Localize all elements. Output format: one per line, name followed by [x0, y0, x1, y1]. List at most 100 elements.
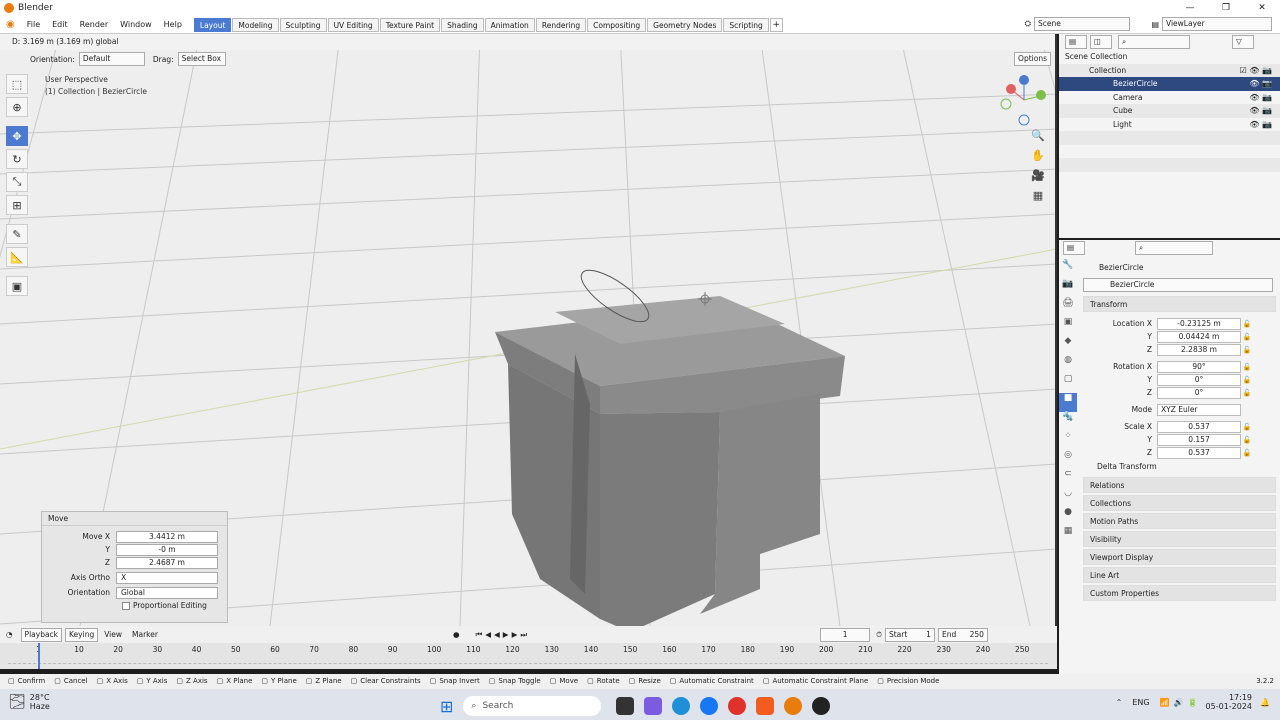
- tab-scripting[interactable]: Scripting: [723, 17, 769, 32]
- opera-icon[interactable]: [728, 697, 747, 715]
- transform-icon[interactable]: ⊞: [6, 195, 28, 215]
- scale-z-field[interactable]: 0.537: [1157, 446, 1241, 459]
- collection-tab-icon[interactable]: ▢: [1059, 374, 1077, 393]
- material-tab-icon[interactable]: ●: [1059, 507, 1077, 526]
- select-box-icon[interactable]: ⬚: [6, 74, 28, 94]
- edge-icon[interactable]: [672, 697, 691, 715]
- task-view-icon[interactable]: [616, 697, 635, 715]
- view-menu[interactable]: View: [104, 630, 122, 639]
- data-name-field[interactable]: BezierCircle: [1083, 278, 1273, 292]
- tool-tab-icon[interactable]: 🔧: [1059, 260, 1077, 279]
- volume-icon[interactable]: 🔊: [1174, 698, 1184, 707]
- modifier-tab-icon[interactable]: 🔩: [1059, 412, 1077, 431]
- weather-widget[interactable]: 🌫 28°C Haze: [8, 693, 50, 711]
- scale-x-field[interactable]: 0.537: [1157, 420, 1241, 433]
- move-y-field[interactable]: -0 m: [116, 543, 218, 556]
- custom-properties-section[interactable]: Custom Properties: [1083, 585, 1276, 601]
- annotate-icon[interactable]: ✎: [6, 224, 28, 244]
- render-tab-icon[interactable]: 📷: [1059, 279, 1077, 298]
- playback-menu[interactable]: Playback: [20, 627, 63, 642]
- constraints-tab-icon[interactable]: ⊂: [1059, 469, 1077, 488]
- windows-start-icon[interactable]: ⊞: [440, 697, 453, 716]
- record-icon[interactable]: ●: [453, 630, 460, 639]
- editor-type-icon[interactable]: ▤: [1065, 35, 1087, 49]
- tab-rendering[interactable]: Rendering: [535, 17, 587, 32]
- visibility-eye-icon[interactable]: 👁 📷: [1249, 118, 1272, 132]
- start-frame-field[interactable]: Start 1: [884, 627, 935, 642]
- menu-edit[interactable]: Edit: [46, 20, 74, 29]
- location-z-field[interactable]: 2.2838 m: [1157, 343, 1241, 356]
- language-indicator[interactable]: ENG: [1132, 698, 1149, 707]
- visibility-eye-icon[interactable]: ☑ 👁 📷: [1240, 64, 1272, 78]
- add-workspace-button[interactable]: +: [769, 17, 783, 32]
- search-input[interactable]: ⌕ Search: [463, 696, 602, 716]
- menu-file[interactable]: File: [21, 20, 46, 29]
- transform-section-header[interactable]: Transform: [1083, 296, 1276, 312]
- world-tab-icon[interactable]: ◍: [1059, 355, 1077, 374]
- battery-icon[interactable]: 🔋: [1188, 698, 1198, 707]
- lock-icon[interactable]: 🔓: [1241, 333, 1253, 341]
- lock-icon[interactable]: 🔓: [1241, 346, 1253, 354]
- cursor-icon[interactable]: ⊕: [6, 97, 28, 117]
- move-z-field[interactable]: 2.4687 m: [116, 556, 218, 569]
- scale-icon[interactable]: ⤡: [6, 172, 28, 192]
- playhead[interactable]: [38, 643, 40, 669]
- menu-help[interactable]: Help: [158, 20, 188, 29]
- outliner-search-icon[interactable]: ⌕: [1118, 35, 1190, 49]
- tab-modeling[interactable]: Modeling: [232, 17, 279, 32]
- physics-tab-icon[interactable]: ◎: [1059, 450, 1077, 469]
- view-layer-tab-icon[interactable]: ▣: [1059, 317, 1077, 336]
- facebook-icon[interactable]: [700, 697, 719, 715]
- lock-icon[interactable]: 🔓: [1241, 449, 1253, 457]
- delta-transform-header[interactable]: Delta Transform: [1081, 459, 1280, 475]
- scene-selector[interactable]: Scene: [1034, 17, 1130, 31]
- lock-icon[interactable]: 🔓: [1241, 363, 1253, 371]
- tab-compositing[interactable]: Compositing: [587, 17, 647, 32]
- texture-tab-icon[interactable]: ▦: [1059, 526, 1077, 545]
- minimize-button[interactable]: —: [1172, 0, 1208, 16]
- teams-icon[interactable]: [644, 697, 663, 715]
- orientation-dropdown[interactable]: Default: [78, 52, 145, 66]
- display-mode-icon[interactable]: ◫: [1090, 35, 1112, 49]
- obs-icon[interactable]: [812, 697, 831, 715]
- move-panel-title[interactable]: Move: [42, 512, 227, 526]
- motion-paths-section[interactable]: Motion Paths: [1083, 513, 1276, 529]
- scene-tab-icon[interactable]: ◆: [1059, 336, 1077, 355]
- clock[interactable]: 17:19 05-01-2024: [1206, 693, 1253, 711]
- location-y-field[interactable]: 0.04424 m: [1157, 330, 1241, 343]
- gift-box-mesh[interactable]: [495, 296, 845, 626]
- tab-texture-paint[interactable]: Texture Paint: [379, 17, 441, 32]
- filter-icon[interactable]: ▽: [1232, 35, 1254, 49]
- tab-layout[interactable]: Layout: [193, 17, 232, 32]
- pan-hand-icon[interactable]: ✋: [1029, 149, 1047, 169]
- brave-icon[interactable]: [756, 697, 775, 715]
- line-art-section[interactable]: Line Art: [1083, 567, 1276, 583]
- end-frame-field[interactable]: End 250: [937, 627, 988, 642]
- output-tab-icon[interactable]: 🖨: [1059, 298, 1077, 317]
- scene-collection-row[interactable]: Scene Collection: [1059, 50, 1280, 64]
- rotation-y-field[interactable]: 0°: [1157, 373, 1241, 386]
- options-button[interactable]: Options: [1014, 52, 1051, 66]
- view-layer-selector[interactable]: ViewLayer: [1162, 17, 1272, 31]
- current-frame-field[interactable]: 1: [820, 627, 871, 642]
- particles-tab-icon[interactable]: ⁘: [1059, 431, 1077, 450]
- maximize-button[interactable]: ❐: [1208, 0, 1244, 16]
- rotate-icon[interactable]: ↻: [6, 149, 28, 169]
- lock-icon[interactable]: 🔓: [1241, 423, 1253, 431]
- visibility-eye-icon[interactable]: 👁 📷: [1249, 77, 1272, 91]
- lock-icon[interactable]: 🔓: [1241, 376, 1253, 384]
- add-cube-icon[interactable]: ▣: [6, 276, 28, 296]
- measure-icon[interactable]: 📐: [6, 247, 28, 267]
- timeline-track[interactable]: [8, 656, 1048, 664]
- visibility-eye-icon[interactable]: 👁 📷: [1249, 91, 1272, 105]
- menu-window[interactable]: Window: [114, 20, 158, 29]
- visibility-section[interactable]: Visibility: [1083, 531, 1276, 547]
- properties-editor-icon[interactable]: ▤: [1063, 241, 1085, 255]
- outliner-item-beziercircle[interactable]: BezierCircle 👁 📷: [1059, 77, 1280, 91]
- keying-menu[interactable]: Keying: [65, 627, 99, 642]
- blender-taskbar-icon[interactable]: [784, 697, 803, 715]
- location-x-field[interactable]: -0.23125 m: [1157, 317, 1241, 330]
- wifi-icon[interactable]: 📶: [1160, 698, 1170, 707]
- drag-dropdown[interactable]: Select Box: [177, 52, 226, 66]
- scale-y-field[interactable]: 0.157: [1157, 433, 1241, 446]
